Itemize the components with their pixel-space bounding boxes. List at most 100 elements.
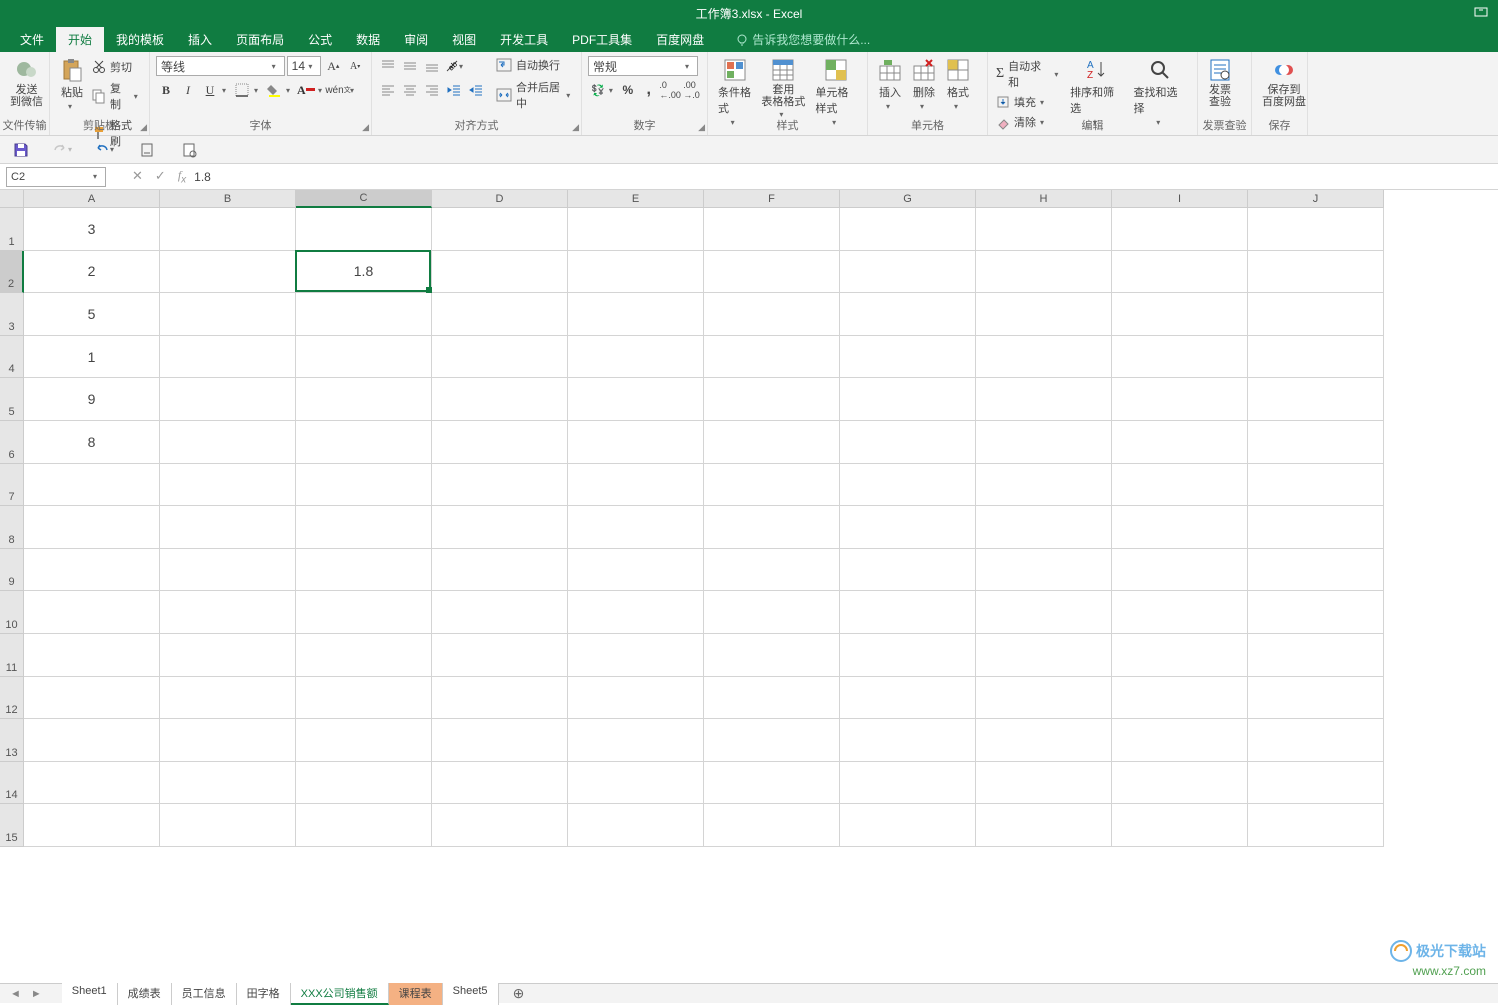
cell[interactable] xyxy=(296,506,432,549)
cell[interactable] xyxy=(840,421,976,464)
cell[interactable] xyxy=(296,549,432,592)
percent-button[interactable]: % xyxy=(618,80,637,100)
cell[interactable] xyxy=(568,549,704,592)
cell[interactable] xyxy=(160,421,296,464)
merge-center-button[interactable]: 合并后居中▾ xyxy=(494,78,575,112)
cell[interactable] xyxy=(160,634,296,677)
phonetic-button[interactable]: wén文 xyxy=(328,80,348,100)
cell[interactable] xyxy=(296,293,432,336)
cut-button[interactable]: 剪切 xyxy=(90,58,143,76)
cell[interactable] xyxy=(704,208,840,251)
tab-home[interactable]: 开始 xyxy=(56,27,104,52)
cell[interactable] xyxy=(1248,421,1384,464)
cell[interactable] xyxy=(432,293,568,336)
decrease-indent-button[interactable] xyxy=(444,80,464,100)
cell[interactable] xyxy=(704,677,840,720)
cell[interactable] xyxy=(24,549,160,592)
row-header[interactable]: 1 xyxy=(0,208,24,251)
column-header[interactable]: A xyxy=(24,190,160,208)
cell[interactable] xyxy=(568,719,704,762)
sheet-tab[interactable]: 田字格 xyxy=(237,983,291,1005)
cell[interactable] xyxy=(1248,336,1384,379)
invoice-check-button[interactable]: 发票 查验 xyxy=(1204,56,1236,110)
cell[interactable] xyxy=(976,677,1112,720)
cell[interactable] xyxy=(1248,762,1384,805)
cell[interactable] xyxy=(568,506,704,549)
cell[interactable] xyxy=(432,634,568,677)
sheet-tab[interactable]: Sheet5 xyxy=(443,983,499,1005)
cell[interactable] xyxy=(1248,549,1384,592)
sheet-tab[interactable]: 课程表 xyxy=(389,983,443,1005)
fill-color-button[interactable] xyxy=(264,80,284,100)
cell[interactable] xyxy=(432,336,568,379)
cell[interactable] xyxy=(976,336,1112,379)
sheet-tab[interactable]: 成绩表 xyxy=(118,983,172,1005)
cell[interactable] xyxy=(296,719,432,762)
insert-cells-button[interactable]: 插入▾ xyxy=(874,56,906,113)
grow-font-button[interactable]: A▴ xyxy=(323,56,343,76)
align-top-button[interactable] xyxy=(378,56,398,76)
tab-pdf-tools[interactable]: PDF工具集 xyxy=(560,27,644,52)
cell[interactable] xyxy=(296,421,432,464)
cell[interactable] xyxy=(432,208,568,251)
cell[interactable] xyxy=(976,762,1112,805)
tab-view[interactable]: 视图 xyxy=(440,27,488,52)
cell[interactable] xyxy=(1112,208,1248,251)
tab-my-templates[interactable]: 我的模板 xyxy=(104,27,176,52)
cell[interactable] xyxy=(24,719,160,762)
cell[interactable] xyxy=(160,719,296,762)
cell[interactable] xyxy=(568,591,704,634)
cell[interactable] xyxy=(704,549,840,592)
cell[interactable]: 8 xyxy=(24,421,160,464)
print-preview-button[interactable] xyxy=(178,139,200,161)
align-middle-button[interactable] xyxy=(400,56,420,76)
cell[interactable] xyxy=(704,591,840,634)
alignment-launcher[interactable]: ◢ xyxy=(572,122,579,133)
shrink-font-button[interactable]: A▾ xyxy=(345,56,365,76)
row-header[interactable]: 8 xyxy=(0,506,24,549)
cell[interactable] xyxy=(432,549,568,592)
cell[interactable] xyxy=(24,804,160,847)
cell[interactable] xyxy=(160,378,296,421)
cell[interactable] xyxy=(976,719,1112,762)
format-cells-button[interactable]: 格式▾ xyxy=(942,56,974,113)
cell[interactable] xyxy=(704,421,840,464)
tab-data[interactable]: 数据 xyxy=(344,27,392,52)
cell[interactable] xyxy=(1112,464,1248,507)
cell[interactable] xyxy=(840,591,976,634)
select-all-corner[interactable] xyxy=(0,190,24,208)
wrap-text-button[interactable]: 自动换行 xyxy=(494,56,575,74)
cell[interactable] xyxy=(160,804,296,847)
add-sheet-button[interactable]: ⊕ xyxy=(509,985,529,1002)
cell[interactable] xyxy=(160,677,296,720)
cell[interactable] xyxy=(568,293,704,336)
cell[interactable] xyxy=(976,634,1112,677)
column-header[interactable]: J xyxy=(1248,190,1384,208)
cell[interactable] xyxy=(24,591,160,634)
sheet-nav-next[interactable]: ► xyxy=(31,988,42,1000)
accounting-format-button[interactable]: 💱 xyxy=(588,80,607,100)
cell[interactable] xyxy=(432,378,568,421)
cell[interactable] xyxy=(976,251,1112,294)
row-header[interactable]: 11 xyxy=(0,634,24,677)
column-header[interactable]: F xyxy=(704,190,840,208)
cell[interactable] xyxy=(976,293,1112,336)
column-header[interactable]: E xyxy=(568,190,704,208)
formula-input[interactable]: 1.8 xyxy=(186,170,1498,184)
tab-insert[interactable]: 插入 xyxy=(176,27,224,52)
align-center-button[interactable] xyxy=(400,80,420,100)
cell[interactable] xyxy=(24,677,160,720)
cell[interactable] xyxy=(160,293,296,336)
font-color-button[interactable]: A xyxy=(296,80,316,100)
cell[interactable] xyxy=(432,506,568,549)
cell[interactable] xyxy=(1112,762,1248,805)
cell[interactable] xyxy=(432,762,568,805)
tab-file[interactable]: 文件 xyxy=(8,27,56,52)
row-header[interactable]: 3 xyxy=(0,293,24,336)
cell[interactable] xyxy=(1112,804,1248,847)
cell[interactable] xyxy=(840,549,976,592)
cell[interactable] xyxy=(432,719,568,762)
cell[interactable] xyxy=(296,677,432,720)
column-header[interactable]: B xyxy=(160,190,296,208)
cell[interactable] xyxy=(1112,634,1248,677)
